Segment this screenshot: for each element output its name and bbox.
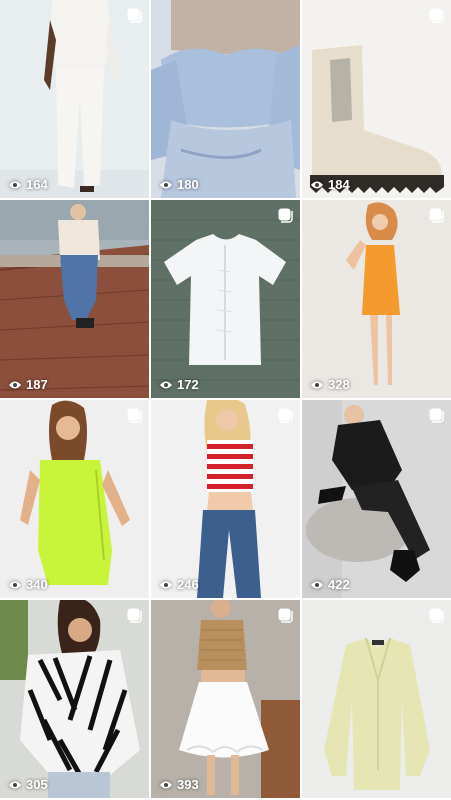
eye-icon bbox=[9, 181, 21, 188]
eye-icon bbox=[160, 781, 172, 788]
multiple-images-icon bbox=[428, 7, 444, 23]
multiple-images-icon bbox=[277, 607, 293, 623]
multiple-images-icon bbox=[428, 407, 444, 423]
grid-tile-pale-yellow-blazer[interactable] bbox=[302, 600, 451, 798]
photo-woman-on-brick-wall bbox=[0, 200, 149, 398]
grid-tile-knit-top-white-skirt[interactable]: 393 bbox=[151, 600, 300, 798]
eye-icon bbox=[160, 381, 172, 388]
view-count: 422 bbox=[310, 577, 350, 592]
grid-tile-red-striped-crop-top[interactable]: 246 bbox=[151, 400, 300, 598]
photo-knit-top-white-skirt bbox=[151, 600, 300, 798]
eye-icon bbox=[9, 581, 21, 588]
multiple-images-icon bbox=[277, 407, 293, 423]
view-count: 305 bbox=[8, 777, 48, 792]
eye-icon bbox=[311, 181, 323, 188]
eye-icon bbox=[9, 781, 21, 788]
grid-tile-white-ruched-tee[interactable]: 172 bbox=[151, 200, 300, 398]
view-count-label: 164 bbox=[26, 177, 48, 192]
view-count-label: 180 bbox=[177, 177, 199, 192]
view-count-label: 328 bbox=[328, 377, 350, 392]
photo-white-ruched-tee bbox=[151, 200, 300, 398]
eye-icon bbox=[160, 581, 172, 588]
multiple-images-icon bbox=[126, 407, 142, 423]
photo-red-striped-crop-top bbox=[151, 400, 300, 598]
photo-grid: 164 180 184 187 172 328 340 246 422 305 … bbox=[0, 0, 451, 800]
multiple-images-icon bbox=[126, 607, 142, 623]
view-count-label: 340 bbox=[26, 577, 48, 592]
photo-cream-chelsea-boot bbox=[302, 0, 451, 198]
view-count-label: 422 bbox=[328, 577, 350, 592]
grid-tile-orange-mini-dress[interactable]: 328 bbox=[302, 200, 451, 398]
grid-tile-lime-ruched-dress[interactable]: 340 bbox=[0, 400, 149, 598]
eye-icon bbox=[311, 581, 323, 588]
view-count-label: 184 bbox=[328, 177, 350, 192]
multiple-images-icon bbox=[428, 607, 444, 623]
view-count: 187 bbox=[8, 377, 48, 392]
eye-icon bbox=[311, 381, 323, 388]
grid-tile-woman-on-brick-wall[interactable]: 187 bbox=[0, 200, 149, 398]
photo-lime-ruched-dress bbox=[0, 400, 149, 598]
photo-black-satin-set bbox=[302, 400, 451, 598]
multiple-images-icon bbox=[277, 207, 293, 223]
view-count: 164 bbox=[8, 177, 48, 192]
photo-blue-corset-top bbox=[151, 0, 300, 198]
view-count-label: 187 bbox=[26, 377, 48, 392]
grid-tile-white-pantsuit[interactable]: 164 bbox=[0, 0, 149, 198]
view-count: 184 bbox=[310, 177, 350, 192]
view-count-label: 172 bbox=[177, 377, 199, 392]
view-count-label: 393 bbox=[177, 777, 199, 792]
eye-icon bbox=[9, 381, 21, 388]
grid-tile-blue-corset-top[interactable]: 180 bbox=[151, 0, 300, 198]
multiple-images-icon bbox=[126, 7, 142, 23]
photo-orange-mini-dress bbox=[302, 200, 451, 398]
grid-tile-black-satin-set[interactable]: 422 bbox=[302, 400, 451, 598]
view-count: 393 bbox=[159, 777, 199, 792]
view-count-label: 246 bbox=[177, 577, 199, 592]
eye-icon bbox=[160, 181, 172, 188]
view-count: 246 bbox=[159, 577, 199, 592]
view-count: 328 bbox=[310, 377, 350, 392]
photo-white-pantsuit bbox=[0, 0, 149, 198]
photo-pale-yellow-blazer bbox=[302, 600, 451, 798]
view-count: 172 bbox=[159, 377, 199, 392]
grid-tile-zebra-print-shirt[interactable]: 305 bbox=[0, 600, 149, 798]
grid-tile-cream-chelsea-boot[interactable]: 184 bbox=[302, 0, 451, 198]
view-count-label: 305 bbox=[26, 777, 48, 792]
multiple-images-icon bbox=[428, 207, 444, 223]
photo-zebra-print-shirt bbox=[0, 600, 149, 798]
view-count: 180 bbox=[159, 177, 199, 192]
view-count: 340 bbox=[8, 577, 48, 592]
